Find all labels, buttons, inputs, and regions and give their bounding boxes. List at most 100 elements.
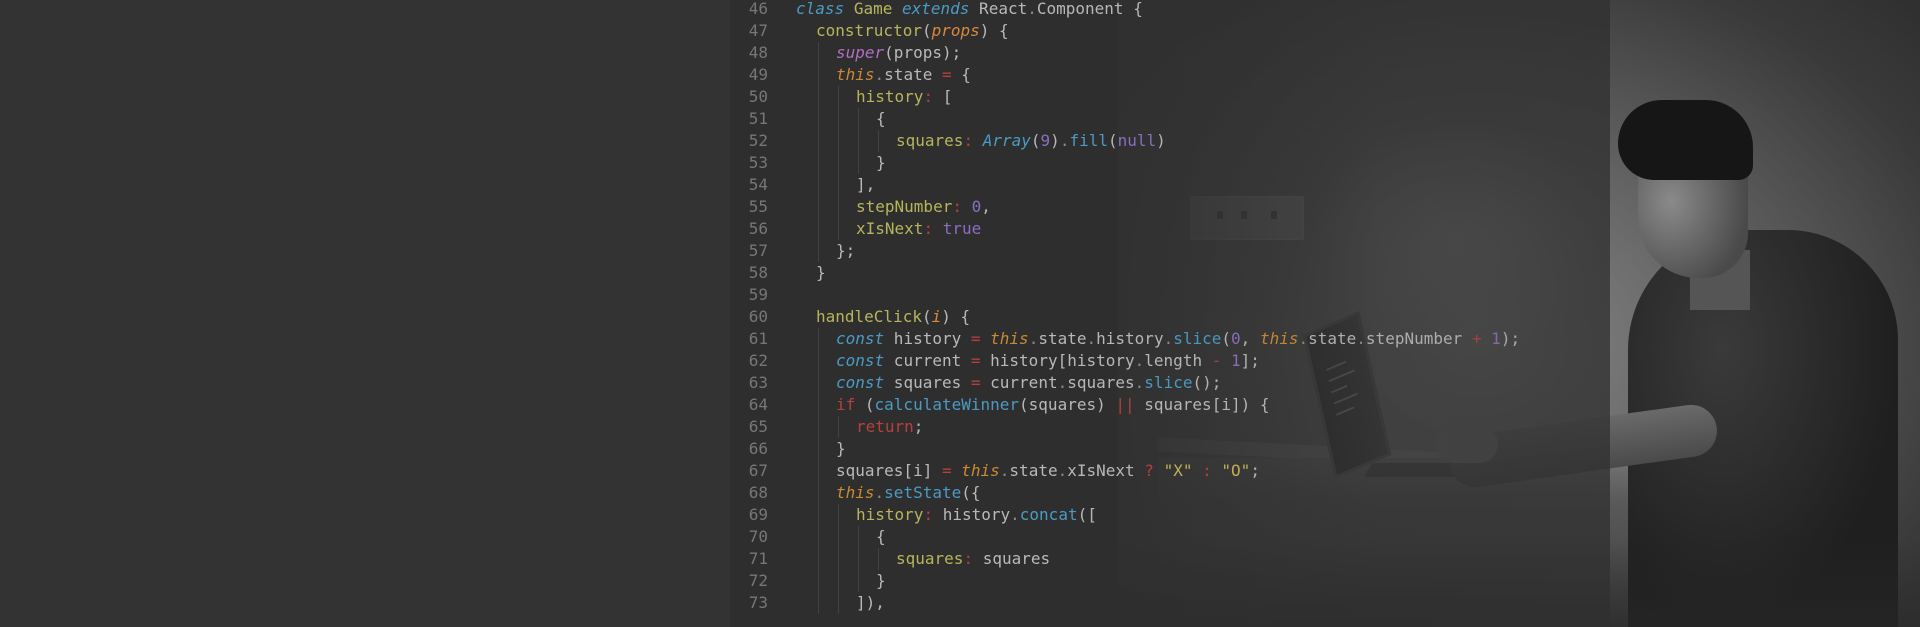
code-token: . bbox=[1028, 329, 1039, 348]
code-token: length bbox=[1144, 351, 1212, 370]
indent-guide bbox=[818, 592, 819, 614]
code-token: : bbox=[1202, 461, 1212, 480]
code-line: 71 squares: squares bbox=[730, 548, 1520, 570]
line-number: 55 bbox=[748, 197, 768, 216]
code-listing: 46 class Game extends React.Component {47… bbox=[730, 0, 1520, 614]
code-token: history[history bbox=[980, 351, 1135, 370]
line-number: 50 bbox=[748, 87, 768, 106]
code-line: 62 const current = history[history.length… bbox=[730, 350, 1520, 372]
code-token: extends bbox=[901, 0, 970, 18]
code-token: history bbox=[884, 329, 971, 348]
line-number: 61 bbox=[748, 329, 768, 348]
code-token: || bbox=[1115, 395, 1135, 414]
code-token: ( bbox=[921, 307, 932, 326]
code-token: squares bbox=[973, 549, 1051, 568]
indent-guide bbox=[818, 152, 819, 174]
code-token: } bbox=[836, 439, 846, 458]
code-token: xIsNext bbox=[1067, 461, 1145, 480]
code-token: Game bbox=[853, 0, 893, 18]
code-line: 65 return; bbox=[730, 416, 1520, 438]
indent-guide bbox=[818, 218, 819, 240]
indent-guide bbox=[818, 196, 819, 218]
indent-guide bbox=[818, 240, 819, 262]
indent-guide bbox=[818, 438, 819, 460]
code-token: . bbox=[1134, 351, 1145, 370]
indent-guide bbox=[838, 526, 839, 548]
code-token: } bbox=[876, 153, 886, 172]
code-token: . bbox=[874, 65, 885, 84]
code-token: history bbox=[856, 505, 924, 524]
code-editor-overlay: 46 class Game extends React.Component {47… bbox=[730, 0, 1610, 627]
code-line: 66} bbox=[730, 438, 1520, 460]
code-token: if bbox=[836, 395, 856, 414]
code-token: slice bbox=[1173, 329, 1222, 348]
code-line: 58} bbox=[730, 262, 1520, 284]
code-token: : bbox=[963, 131, 974, 150]
code-token: ({ bbox=[961, 483, 981, 502]
code-token: history bbox=[856, 87, 924, 106]
code-token: slice bbox=[1144, 373, 1193, 392]
indent-guide bbox=[818, 42, 819, 64]
code-token: setState bbox=[884, 483, 962, 502]
code-token: constructor bbox=[816, 21, 922, 40]
indent-guide bbox=[878, 548, 879, 570]
line-number: 53 bbox=[748, 153, 768, 172]
code-token: stepNumber bbox=[1365, 329, 1472, 348]
code-token: this bbox=[836, 65, 875, 84]
code-token: 0 bbox=[971, 197, 982, 216]
indent-guide bbox=[818, 328, 819, 350]
code-token: this bbox=[961, 461, 1000, 480]
code-token: . bbox=[1356, 329, 1366, 348]
code-token: ( bbox=[1030, 131, 1041, 150]
code-token: ) { bbox=[979, 21, 1009, 40]
indent-guide bbox=[818, 504, 819, 526]
indent-guide bbox=[818, 108, 819, 130]
code-token: null bbox=[1117, 131, 1157, 150]
code-token: ], bbox=[856, 175, 876, 194]
indent-guide bbox=[818, 526, 819, 548]
indent-guide bbox=[838, 548, 839, 570]
line-number: 48 bbox=[748, 43, 768, 62]
indent-guide bbox=[818, 460, 819, 482]
code-token: const bbox=[836, 329, 885, 348]
line-number: 59 bbox=[748, 285, 768, 304]
code-token: concat bbox=[1019, 505, 1078, 524]
code-token: : bbox=[923, 219, 934, 238]
indent-guide bbox=[838, 196, 839, 218]
line-number: 63 bbox=[748, 373, 768, 392]
code-token: "X" bbox=[1163, 461, 1193, 480]
indent-guide bbox=[818, 130, 819, 152]
hero-banner: 46 class Game extends React.Component {47… bbox=[0, 0, 1920, 627]
code-token: } bbox=[816, 263, 826, 282]
indent-guide bbox=[818, 548, 819, 570]
code-token: . bbox=[1010, 505, 1020, 524]
code-token: stepNumber bbox=[856, 197, 953, 216]
code-token: ]), bbox=[856, 593, 885, 612]
line-number: 54 bbox=[748, 175, 768, 194]
code-token: . bbox=[999, 461, 1010, 480]
code-token: - bbox=[1211, 351, 1222, 370]
indent-guide bbox=[818, 394, 819, 416]
line-number: 47 bbox=[748, 21, 768, 40]
code-line: 63 const squares = current.squares.slice(… bbox=[730, 372, 1520, 394]
indent-guide bbox=[838, 218, 839, 240]
code-token: { bbox=[876, 109, 886, 128]
code-token: . bbox=[1059, 131, 1070, 150]
indent-guide bbox=[818, 350, 819, 372]
code-token: = bbox=[970, 329, 981, 348]
code-token: class bbox=[796, 0, 845, 18]
line-number: 72 bbox=[748, 571, 768, 590]
indent-guide bbox=[858, 152, 859, 174]
line-number: 56 bbox=[748, 219, 768, 238]
code-token: "O" bbox=[1221, 461, 1251, 480]
code-token: super bbox=[836, 43, 885, 62]
code-token: i bbox=[931, 307, 942, 326]
code-line: 52 squares: Array(9).fill(null) bbox=[730, 130, 1520, 152]
code-token: handleClick bbox=[816, 307, 922, 326]
code-token: fill bbox=[1069, 131, 1108, 150]
